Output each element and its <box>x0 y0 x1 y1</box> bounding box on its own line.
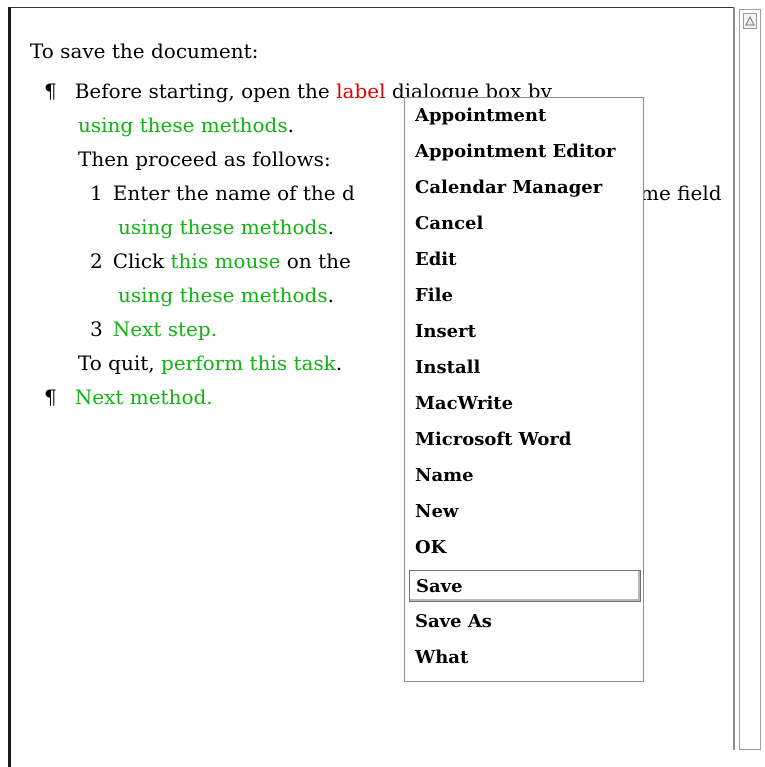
pilcrow-icon: ¶ <box>44 385 57 409</box>
period: . <box>335 351 343 375</box>
menu-item-appointment-editor[interactable]: Appointment Editor <box>409 136 641 168</box>
doc-heading: To save the document: <box>30 39 259 63</box>
menu-item-cancel[interactable]: Cancel <box>409 208 641 240</box>
scroll-up-button[interactable] <box>743 13 757 29</box>
step-number: 1 <box>90 181 103 205</box>
methods-link[interactable]: using these methods <box>118 215 328 239</box>
quit-text: To quit, <box>78 351 162 375</box>
step-2-line1: 2 Click this mouse on the <box>90 248 351 274</box>
menu-item-what[interactable]: What <box>409 642 641 674</box>
step-1-line2: using these methods. <box>118 214 334 240</box>
perform-task-link[interactable]: perform this task <box>161 351 336 375</box>
para1-line2: using these methods. <box>78 112 294 138</box>
mouse-link[interactable]: this mouse <box>171 249 281 273</box>
step-3: 3 Next step. <box>90 316 217 342</box>
menu-item-macwrite[interactable]: MacWrite <box>409 388 641 420</box>
popup-menu: Appointment Appointment Editor Calendar … <box>404 97 644 682</box>
step-number: 3 <box>90 317 103 341</box>
period: . <box>287 113 294 137</box>
menu-item-insert[interactable]: Insert <box>409 316 641 348</box>
then-proceed: Then proceed as follows: <box>78 147 331 171</box>
step-1-line1: 1 Enter the name of the d <box>90 180 355 206</box>
vertical-scrollbar[interactable] <box>733 7 765 750</box>
scrollbar-track[interactable] <box>739 9 761 750</box>
quit-line: To quit, perform this task. <box>78 350 342 376</box>
menu-item-new[interactable]: New <box>409 496 641 528</box>
menu-item-appointment[interactable]: Appointment <box>409 100 641 132</box>
period: . <box>327 283 334 307</box>
next-method-link[interactable]: Next method. <box>75 385 213 409</box>
period: . <box>327 215 334 239</box>
menu-item-install[interactable]: Install <box>409 352 641 384</box>
menu-item-save[interactable]: Save <box>409 570 641 602</box>
menu-item-save-as[interactable]: Save As <box>409 606 641 638</box>
step-text: Click <box>112 249 171 273</box>
menu-item-name[interactable]: Name <box>409 460 641 492</box>
step-text: Enter the name of the d <box>112 181 355 205</box>
para2: ¶ Next method. <box>44 384 213 410</box>
menu-item-file[interactable]: File <box>409 280 641 312</box>
menu-item-calendar-manager[interactable]: Calendar Manager <box>409 172 641 204</box>
label-link[interactable]: label <box>336 79 385 103</box>
step-2-line2: using these methods. <box>118 282 334 308</box>
menu-item-edit[interactable]: Edit <box>409 244 641 276</box>
step-text: on the <box>280 249 351 273</box>
pilcrow-icon: ¶ <box>44 79 57 103</box>
para1-text-before: Before starting, open the <box>74 79 337 103</box>
step-1-tail: me field <box>640 181 722 205</box>
next-step-link[interactable]: Next step. <box>113 317 217 341</box>
step-number: 2 <box>90 249 103 273</box>
arrow-up-icon <box>745 16 755 26</box>
methods-link[interactable]: using these methods <box>118 283 328 307</box>
menu-item-microsoft-word[interactable]: Microsoft Word <box>409 424 641 456</box>
menu-item-ok[interactable]: OK <box>409 532 641 564</box>
methods-link[interactable]: using these methods <box>78 113 288 137</box>
